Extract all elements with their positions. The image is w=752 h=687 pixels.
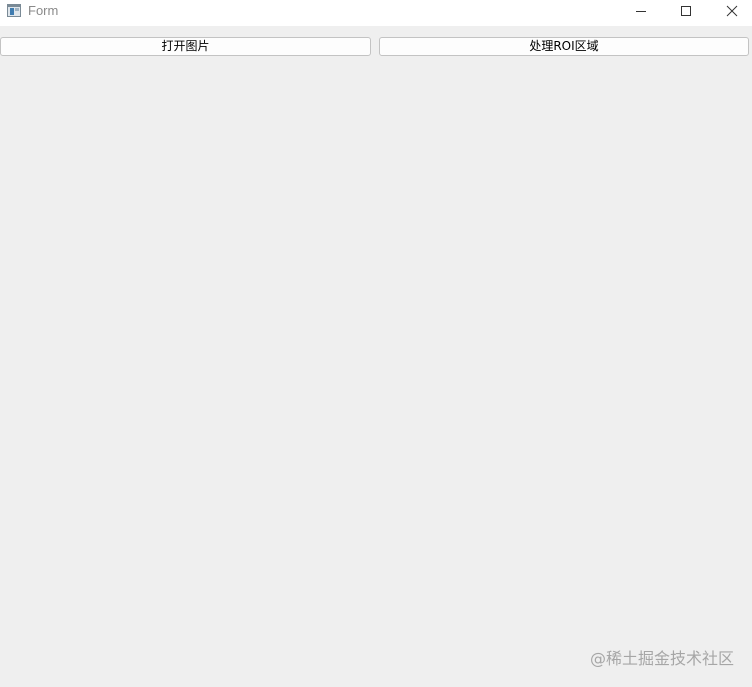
form-window: Form 打开图片 处理ROI区域 @稀土掘金技术社区 — [0, 0, 752, 687]
open-image-button[interactable]: 打开图片 — [0, 37, 371, 56]
maximize-button[interactable] — [663, 0, 709, 22]
maximize-icon — [681, 6, 691, 16]
app-window-icon — [7, 4, 21, 17]
minimize-icon — [636, 11, 646, 12]
watermark-text: @稀土掘金技术社区 — [589, 649, 734, 668]
close-icon — [726, 5, 738, 17]
close-button[interactable] — [709, 0, 752, 22]
window-title: Form — [28, 3, 59, 18]
title-bar[interactable]: Form — [0, 0, 752, 26]
process-roi-button[interactable]: 处理ROI区域 — [379, 37, 749, 56]
minimize-button[interactable] — [618, 0, 664, 22]
form-client-area: 打开图片 处理ROI区域 — [0, 26, 752, 687]
